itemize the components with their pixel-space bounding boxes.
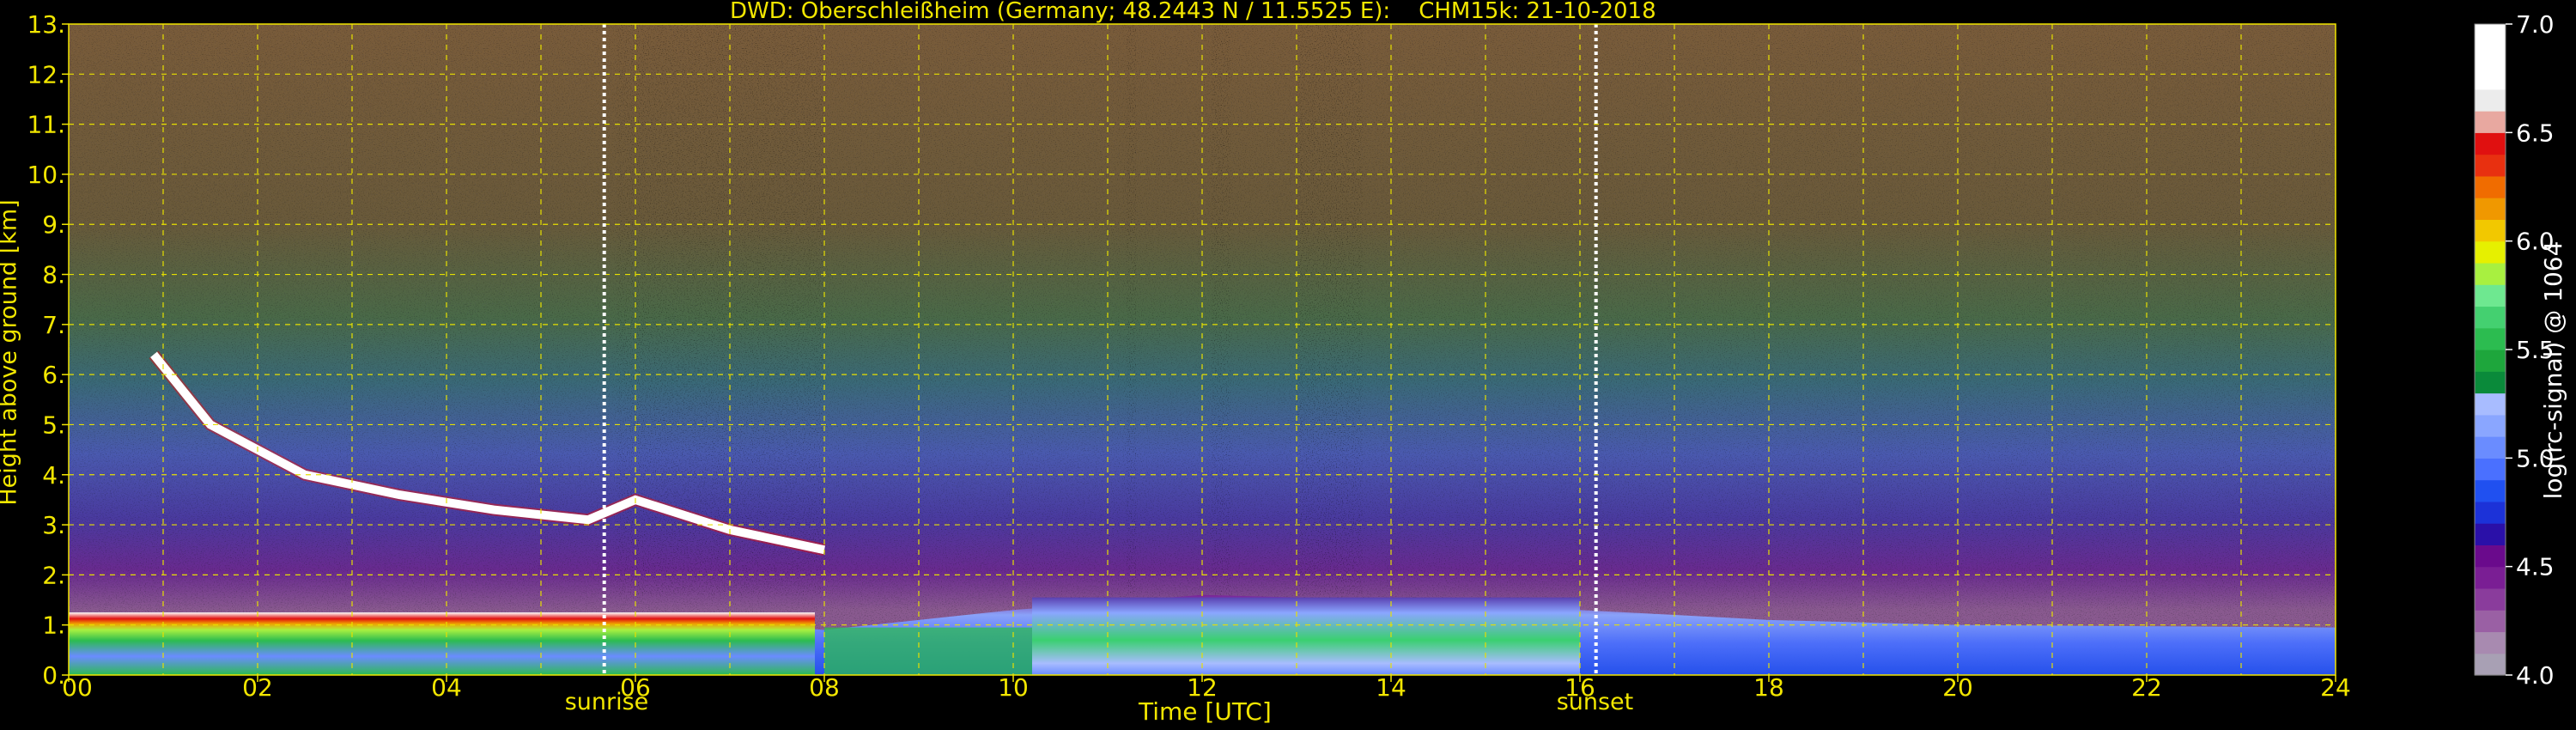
- colorbar-segment: [2475, 154, 2506, 177]
- y-tick-label: 6.: [42, 361, 65, 389]
- colorbar-segment: [2475, 436, 2506, 459]
- y-tick-label: 4.: [42, 461, 65, 490]
- morning-aerosol-layer: [69, 612, 815, 675]
- noise-column-1: [1127, 24, 1136, 595]
- y-tick-label: 5.: [42, 411, 65, 439]
- colorbar-segment: [2475, 392, 2506, 416]
- y-axis-label: Height above ground [km]: [0, 199, 22, 506]
- daytime-mixing-layer: [1032, 597, 1580, 675]
- y-tick-label: 10.: [27, 161, 65, 189]
- colorbar-segment: [2475, 414, 2506, 437]
- colorbar-segment: [2475, 587, 2506, 611]
- y-axis-ticks: 0. 1. 2. 3. 4. 5. 6. 7. 8. 9. 10. 11. 12. 13.: [27, 10, 69, 690]
- colorbar-segment: [2475, 111, 2506, 133]
- y-tick-label: 12.: [27, 60, 65, 88]
- colorbar-tick-label: 4.0: [2516, 661, 2555, 690]
- ceilometer-chart: 00 02 04 06 08 10 12 14 16 18 20 22 24 0.1.2.3.4.5.6…: [27, 10, 2555, 702]
- sunset-label: sunset: [1556, 689, 1634, 715]
- colorbar-segment: [2475, 262, 2506, 285]
- y-tick-label: 11.: [27, 111, 65, 139]
- colorbar-tick-label: 7.0: [2516, 10, 2555, 39]
- colorbar-segment: [2475, 523, 2506, 545]
- colorbar-segment: [2475, 610, 2506, 633]
- colorbar-segment: [2475, 631, 2506, 654]
- x-tick-label: 10: [998, 673, 1029, 702]
- colorbar-segment: [2475, 350, 2506, 372]
- colorbar-segment: [2475, 240, 2506, 264]
- x-tick-label: 18: [1753, 673, 1784, 702]
- colorbar-segment: [2475, 24, 2506, 46]
- x-tick-label: 14: [1376, 673, 1406, 702]
- colorbar-segment: [2475, 88, 2506, 112]
- colorbar-segment: [2475, 198, 2506, 220]
- colorbar-segment: [2475, 132, 2506, 155]
- colorbar-tick-label: 4.5: [2516, 553, 2555, 581]
- y-tick-label: 9.: [42, 210, 65, 239]
- colorbar-segment: [2475, 653, 2506, 676]
- colorbar-segment: [2475, 501, 2506, 524]
- colorbar-segment: [2475, 544, 2506, 568]
- x-tick-label: 04: [431, 673, 462, 702]
- sunrise-label: sunrise: [564, 689, 649, 715]
- x-tick-label: 20: [1942, 673, 1973, 702]
- colorbar-segment: [2475, 67, 2506, 90]
- colorbar-segment: [2475, 327, 2506, 350]
- y-tick-label: 3.: [42, 511, 65, 539]
- x-tick-label: 22: [2131, 673, 2162, 702]
- x-tick-label: 02: [242, 673, 273, 702]
- noise-column-2: [1212, 24, 1230, 595]
- y-tick-label: 8.: [42, 261, 65, 289]
- colorbar-segment: [2475, 46, 2506, 69]
- colorbar-segment: [2475, 458, 2506, 481]
- y-tick-label: 1.: [42, 611, 65, 640]
- colorbar-segment: [2475, 175, 2506, 198]
- colorbar-segment: [2475, 371, 2506, 394]
- colorbar-segment: [2475, 479, 2506, 502]
- colorbar-segment: [2475, 284, 2506, 307]
- colorbar-segment: [2475, 306, 2506, 329]
- x-tick-label: 08: [809, 673, 840, 702]
- transition-layer: [824, 627, 1032, 675]
- colorbar-tick-label: 6.5: [2516, 119, 2555, 147]
- y-tick-label: 2.: [42, 561, 65, 589]
- x-tick-label: 24: [2320, 673, 2351, 702]
- y-tick-label: 0.: [42, 661, 65, 690]
- y-tick-label: 7.: [42, 311, 65, 339]
- x-tick-label: 00: [62, 673, 93, 702]
- plot-area: [69, 24, 2336, 675]
- colorbar-label: log(rc-signal) @ 1064 nm: [2539, 240, 2576, 500]
- noise-column-3: [1297, 24, 1363, 595]
- chart-title: DWD: Oberschleißheim (Germany; 48.2443 N…: [730, 0, 1656, 24]
- x-axis-label: Time [UTC]: [1139, 697, 1272, 726]
- colorbar-segment: [2475, 219, 2506, 242]
- colorbar-segment: [2475, 566, 2506, 589]
- y-tick-label: 13.: [27, 10, 65, 39]
